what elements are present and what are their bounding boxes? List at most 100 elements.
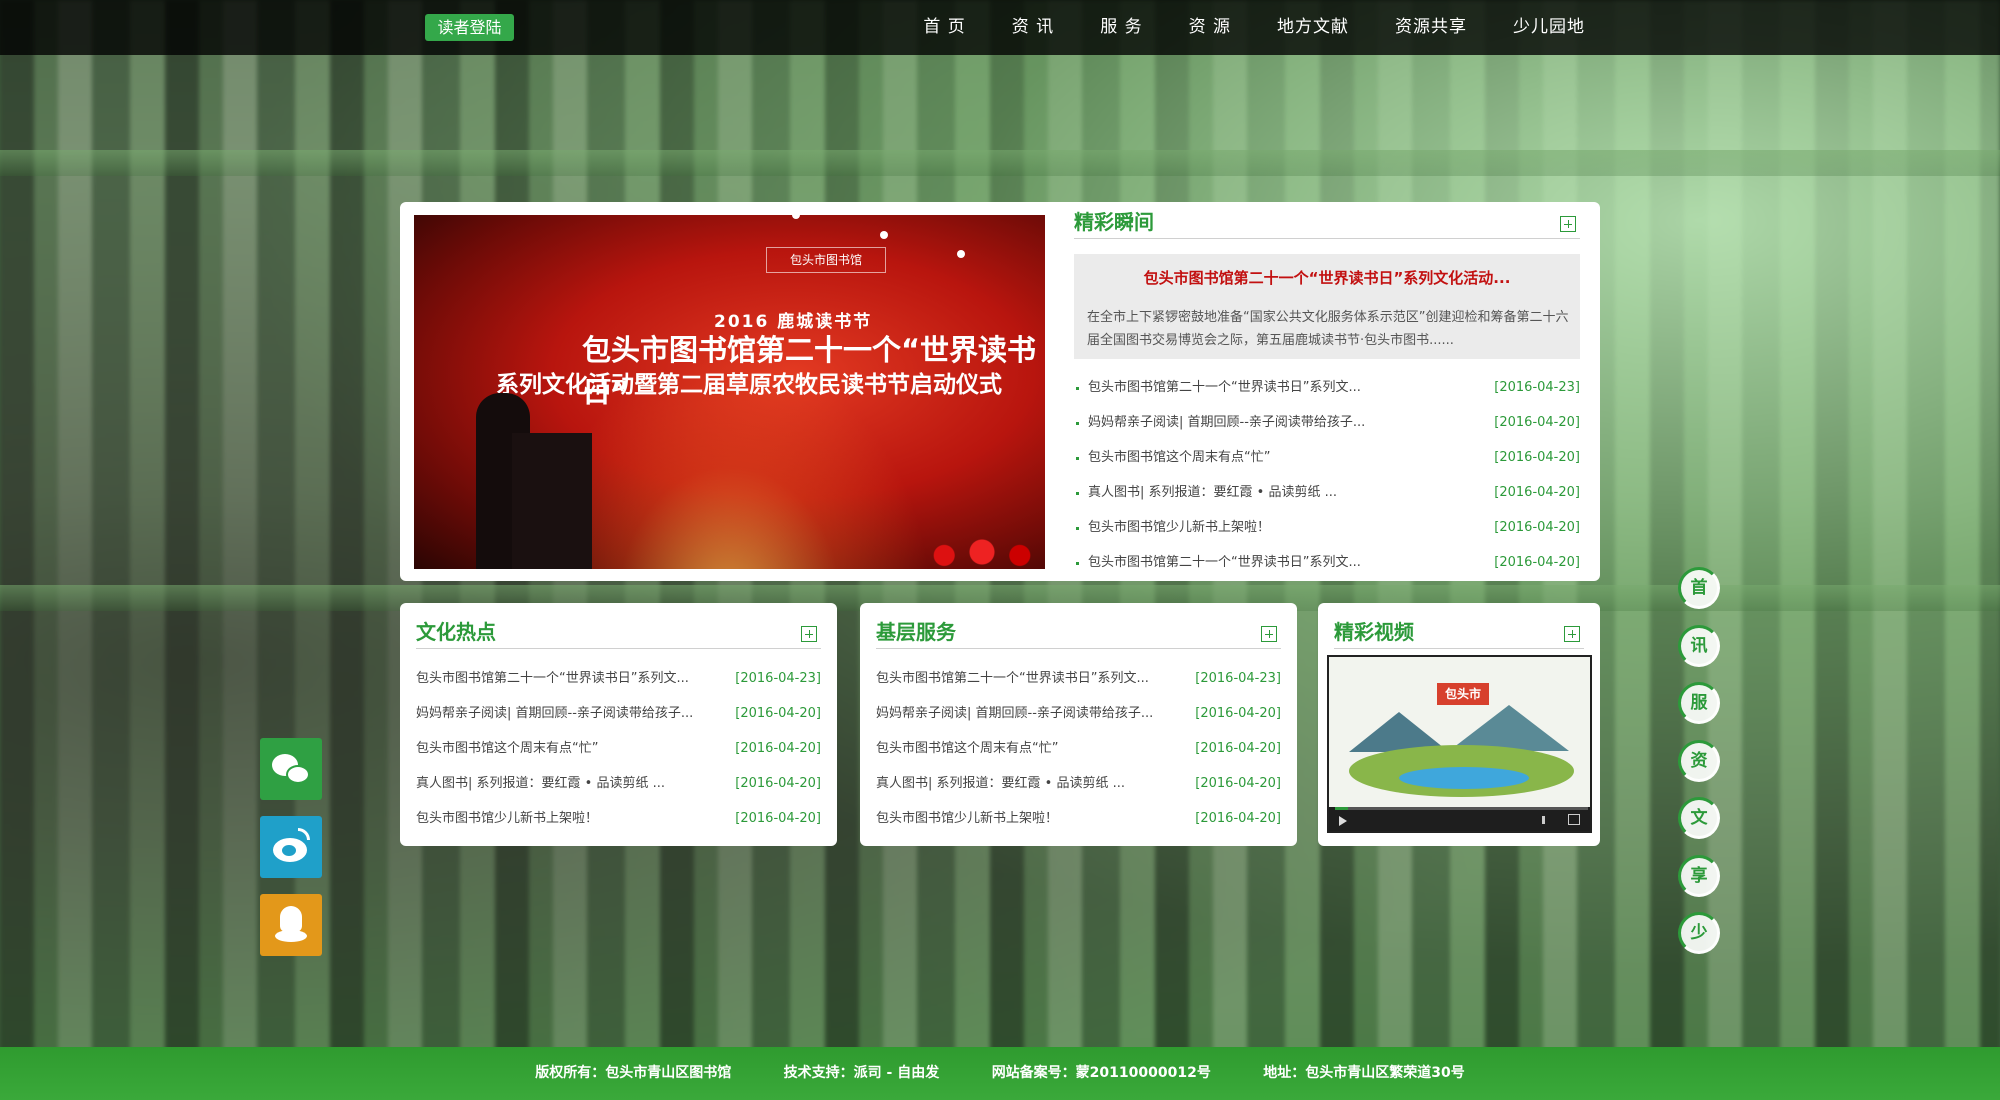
weibo-shape (298, 828, 310, 840)
highlights-title: 精彩瞬间 (1074, 210, 1154, 234)
footer: 版权所有：包头市青山区图书馆 技术支持：派司 - 自由发 网站备案号：蒙2011… (0, 1047, 2000, 1100)
video-player[interactable]: 包头市 (1327, 655, 1592, 833)
nav-resources[interactable]: 资 源 (1189, 0, 1231, 55)
play-icon[interactable] (1339, 816, 1347, 826)
wechat-bubble (286, 765, 310, 784)
list-item[interactable]: 妈妈帮亲子阅读| 首期回顾--亲子阅读带给孩子... [2016-04-20] (876, 696, 1281, 731)
qq-shape (280, 906, 302, 932)
slideshow[interactable]: 包头市图书馆 2016 鹿城读书节 包头市图书馆第二十一个“世界读书日” 系列文… (414, 215, 1045, 569)
slide-dot[interactable] (957, 250, 965, 258)
list-item[interactable]: 真人图书| 系列报道：要红霞 • 品读剪纸 ... [2016-04-20] (876, 766, 1281, 801)
video-title: 精彩视频 (1334, 620, 1414, 644)
video-badge: 包头市 (1437, 683, 1489, 705)
shelf-edge (0, 150, 2000, 176)
fullscreen-icon[interactable] (1568, 814, 1580, 825)
grassroots-list: 包头市图书馆第二十一个“世界读书日”系列文... [2016-04-23] 妈妈帮… (876, 661, 1281, 836)
side-nav-resources[interactable]: 资 (1678, 740, 1720, 782)
item-title: 妈妈帮亲子阅读| 首期回顾--亲子阅读带给孩子... (876, 706, 1154, 721)
nav-home[interactable]: 首 页 (923, 0, 965, 55)
qq-icon[interactable] (260, 894, 322, 956)
list-item[interactable]: 包头市图书馆第二十一个“世界读书日”系列文... [2016-04-23] (1074, 370, 1580, 405)
nav-children[interactable]: 少儿园地 (1513, 0, 1585, 55)
video-header: 精彩视频 (1334, 616, 1584, 649)
more-plus-icon[interactable] (1564, 626, 1580, 642)
culture-list: 包头市图书馆第二十一个“世界读书日”系列文... [2016-04-23] 妈妈帮… (416, 661, 821, 836)
item-title: 包头市图书馆少儿新书上架啦！ (416, 811, 599, 826)
grassroots-panel: 基层服务 包头市图书馆第二十一个“世界读书日”系列文... [2016-04-23… (860, 603, 1297, 846)
item-date: [2016-04-20] (1195, 776, 1281, 791)
video-progress[interactable] (1335, 807, 1348, 810)
featured-title[interactable]: 包头市图书馆第二十一个“世界读书日”系列文化活动... (1074, 267, 1580, 288)
item-date: [2016-04-23] (1494, 380, 1580, 395)
featured-article: 包头市图书馆第二十一个“世界读书日”系列文化活动... 在全市上下紧锣密鼓地准备… (1074, 254, 1580, 359)
slide-logo: 包头市图书馆 (766, 247, 886, 273)
item-date: [2016-04-20] (735, 706, 821, 721)
wechat-icon[interactable] (260, 738, 322, 800)
more-plus-icon[interactable] (1560, 216, 1576, 232)
side-nav-local-docs[interactable]: 文 (1678, 797, 1720, 839)
list-item[interactable]: 包头市图书馆这个周末有点“忙” [2016-04-20] (1074, 440, 1580, 475)
list-item[interactable]: 包头市图书馆少儿新书上架啦！ [2016-04-20] (416, 801, 821, 836)
list-item[interactable]: 包头市图书馆少儿新书上架啦！ [2016-04-20] (1074, 510, 1580, 545)
culture-title: 文化热点 (416, 620, 496, 644)
main-nav: 首 页 资 讯 服 务 资 源 地方文献 资源共享 少儿园地 (877, 0, 1585, 55)
item-title: 包头市图书馆这个周末有点“忙” (416, 741, 599, 756)
list-item[interactable]: 包头市图书馆少儿新书上架啦！ [2016-04-20] (876, 801, 1281, 836)
list-item[interactable]: 包头市图书馆这个周末有点“忙” [2016-04-20] (876, 731, 1281, 766)
item-title: 包头市图书馆少儿新书上架啦！ (1088, 520, 1271, 535)
side-nav-children[interactable]: 少 (1678, 912, 1720, 954)
slide-dot[interactable] (792, 211, 800, 219)
nav-resource-sharing[interactable]: 资源共享 (1395, 0, 1467, 55)
weibo-icon[interactable] (260, 816, 322, 878)
list-item[interactable]: 包头市图书馆第二十一个“世界读书日”系列文... [2016-04-20] (1074, 545, 1580, 580)
volume-icon[interactable] (1542, 816, 1556, 824)
culture-panel: 文化热点 包头市图书馆第二十一个“世界读书日”系列文... [2016-04-23… (400, 603, 837, 846)
list-item[interactable]: 妈妈帮亲子阅读| 首期回顾--亲子阅读带给孩子... [2016-04-20] (416, 696, 821, 731)
item-date: [2016-04-23] (735, 671, 821, 686)
item-date: [2016-04-23] (1195, 671, 1281, 686)
qq-shape (275, 930, 307, 942)
item-title: 真人图书| 系列报道：要红霞 • 品读剪纸 ... (1088, 485, 1337, 500)
item-date: [2016-04-20] (1494, 520, 1580, 535)
list-item[interactable]: 包头市图书馆第二十一个“世界读书日”系列文... [2016-04-23] (876, 661, 1281, 696)
list-item[interactable]: 真人图书| 系列报道：要红霞 • 品读剪纸 ... [2016-04-20] (416, 766, 821, 801)
item-title: 包头市图书馆第二十一个“世界读书日”系列文... (876, 671, 1149, 686)
more-plus-icon[interactable] (1261, 626, 1277, 642)
footer-address: 地址：包头市青山区繁荣道30号 (1263, 1065, 1465, 1081)
side-nav-home[interactable]: 首 (1678, 567, 1720, 609)
item-date: [2016-04-20] (1195, 741, 1281, 756)
highlights-list: 包头市图书馆第二十一个“世界读书日”系列文... [2016-04-23] 妈妈帮… (1074, 370, 1580, 580)
side-nav-news[interactable]: 讯 (1678, 625, 1720, 667)
top-bar: 读者登陆 首 页 资 讯 服 务 资 源 地方文献 资源共享 少儿园地 (0, 0, 2000, 55)
list-item[interactable]: 妈妈帮亲子阅读| 首期回顾--亲子阅读带给孩子... [2016-04-20] (1074, 405, 1580, 440)
side-nav-services[interactable]: 服 (1678, 682, 1720, 724)
item-date: [2016-04-20] (1494, 555, 1580, 570)
video-lake (1399, 767, 1529, 789)
highlights-header: 精彩瞬间 (1074, 206, 1580, 239)
nav-news[interactable]: 资 讯 (1012, 0, 1054, 55)
item-title: 包头市图书馆这个周末有点“忙” (876, 741, 1059, 756)
footer-copyright: 版权所有：包头市青山区图书馆 (535, 1065, 732, 1081)
slide-line-3: 系列文化活动暨第二届草原农牧民读书节启动仪式 (496, 372, 1002, 398)
item-date: [2016-04-20] (1195, 706, 1281, 721)
list-item[interactable]: 包头市图书馆这个周末有点“忙” [2016-04-20] (416, 731, 821, 766)
list-item[interactable]: 包头市图书馆第二十一个“世界读书日”系列文... [2016-04-23] (416, 661, 821, 696)
video-panel: 精彩视频 包头市 (1318, 603, 1600, 846)
highlights-panel: 包头市图书馆 2016 鹿城读书节 包头市图书馆第二十一个“世界读书日” 系列文… (400, 202, 1600, 581)
reader-login-button[interactable]: 读者登陆 (425, 14, 514, 41)
nav-services[interactable]: 服 务 (1100, 0, 1142, 55)
video-track[interactable] (1335, 807, 1588, 810)
more-plus-icon[interactable] (801, 626, 817, 642)
list-item[interactable]: 真人图书| 系列报道：要红霞 • 品读剪纸 ... [2016-04-20] (1074, 475, 1580, 510)
item-title: 包头市图书馆第二十一个“世界读书日”系列文... (1088, 555, 1361, 570)
item-date: [2016-04-20] (1195, 811, 1281, 826)
item-date: [2016-04-20] (1494, 450, 1580, 465)
nav-local-docs[interactable]: 地方文献 (1277, 0, 1349, 55)
grassroots-header: 基层服务 (876, 616, 1281, 649)
slide-dot[interactable] (880, 231, 888, 239)
item-title: 包头市图书馆第二十一个“世界读书日”系列文... (1088, 380, 1361, 395)
item-date: [2016-04-20] (1494, 415, 1580, 430)
side-nav-sharing[interactable]: 享 (1678, 855, 1720, 897)
item-date: [2016-04-20] (1494, 485, 1580, 500)
podium (512, 433, 592, 569)
